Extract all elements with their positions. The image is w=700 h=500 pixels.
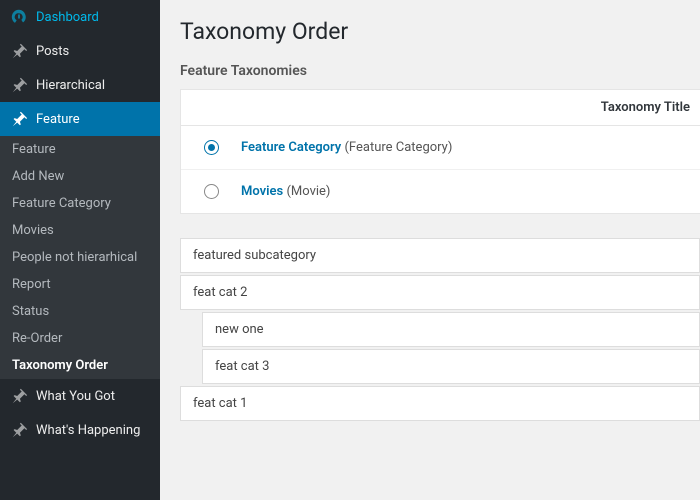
taxonomy-row: Feature Category (Feature Category) xyxy=(181,126,700,170)
sidebar-item-hierarchical[interactable]: Hierarchical xyxy=(0,68,160,102)
sidebar-item-label: Posts xyxy=(36,44,69,59)
taxonomy-label[interactable]: Movies (Movie) xyxy=(241,184,330,199)
pin-icon xyxy=(10,110,28,128)
sidebar-item-what-you-got[interactable]: What You Got xyxy=(0,379,160,413)
section-title: Feature Taxonomies xyxy=(180,63,700,79)
sidebar-item-feature[interactable]: Feature xyxy=(0,102,160,136)
sidebar-item-dashboard[interactable]: Dashboard xyxy=(0,0,160,34)
dashboard-icon xyxy=(10,8,28,26)
sidebar-item-posts[interactable]: Posts xyxy=(0,34,160,68)
submenu-item[interactable]: Report xyxy=(0,271,160,298)
submenu-item[interactable]: Re-Order xyxy=(0,325,160,352)
sidebar-item-label: Dashboard xyxy=(36,10,99,25)
term-item[interactable]: feat cat 1 xyxy=(180,386,700,421)
term-children: new onefeat cat 3 xyxy=(202,312,700,384)
main-content: Taxonomy Order Feature Taxonomies Taxono… xyxy=(160,0,700,500)
page-title: Taxonomy Order xyxy=(180,18,700,45)
sidebar-item-whats-happening[interactable]: What's Happening xyxy=(0,413,160,447)
sidebar-item-label: What's Happening xyxy=(36,423,140,438)
radio-cell xyxy=(181,184,241,199)
pin-icon xyxy=(10,76,28,94)
taxonomy-label[interactable]: Feature Category (Feature Category) xyxy=(241,140,452,155)
sidebar-item-label: Feature xyxy=(36,112,80,127)
term-sortable-list: featured subcategoryfeat cat 2new onefea… xyxy=(180,238,700,421)
sidebar-submenu: FeatureAdd NewFeature CategoryMoviesPeop… xyxy=(0,136,160,379)
admin-sidebar: Dashboard Posts Hierarchical Feature Featur… xyxy=(0,0,160,500)
table-header: Taxonomy Title xyxy=(181,90,700,126)
column-header-title: Taxonomy Title xyxy=(181,100,700,115)
term-item[interactable]: feat cat 2 xyxy=(180,275,700,310)
pin-icon xyxy=(10,387,28,405)
term-item[interactable]: featured subcategory xyxy=(180,238,700,273)
term-item[interactable]: feat cat 3 xyxy=(202,349,700,384)
submenu-item[interactable]: Movies xyxy=(0,217,160,244)
submenu-item[interactable]: Add New xyxy=(0,163,160,190)
pin-icon xyxy=(10,421,28,439)
sidebar-item-label: Hierarchical xyxy=(36,78,105,93)
sidebar-item-label: What You Got xyxy=(36,389,115,404)
submenu-item[interactable]: Feature Category xyxy=(0,190,160,217)
submenu-item[interactable]: People not hierarhical xyxy=(0,244,160,271)
taxonomy-table: Taxonomy Title Feature Category (Feature… xyxy=(180,89,700,214)
pin-icon xyxy=(10,42,28,60)
radio-cell xyxy=(181,140,241,155)
taxonomy-radio[interactable] xyxy=(204,140,219,155)
taxonomy-radio[interactable] xyxy=(204,184,219,199)
submenu-item[interactable]: Feature xyxy=(0,136,160,163)
term-item[interactable]: new one xyxy=(202,312,700,347)
submenu-item[interactable]: Taxonomy Order xyxy=(0,352,160,379)
taxonomy-row: Movies (Movie) xyxy=(181,170,700,213)
submenu-item[interactable]: Status xyxy=(0,298,160,325)
